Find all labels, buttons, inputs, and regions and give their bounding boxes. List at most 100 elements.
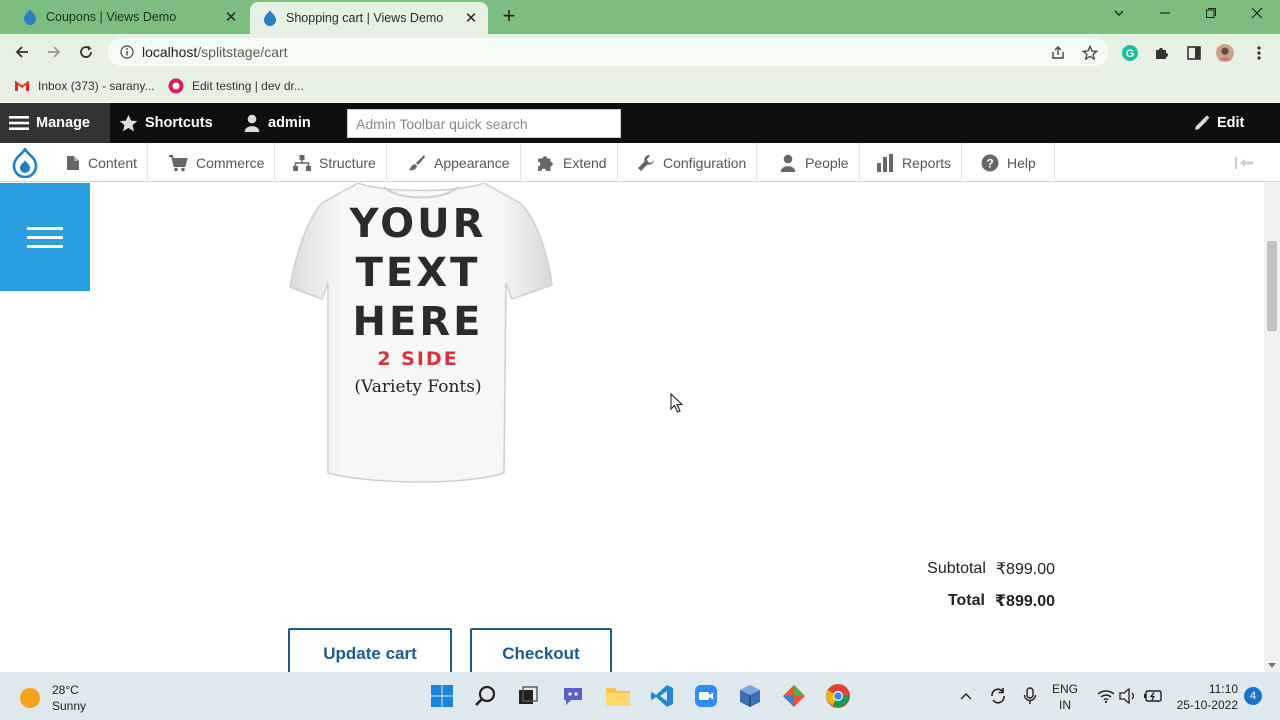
weather-condition: Sunny <box>52 699 87 713</box>
virtualbox-icon[interactable] <box>736 682 764 710</box>
wifi-icon[interactable] <box>1096 686 1116 706</box>
drupal-logo-icon[interactable] <box>0 143 50 182</box>
gmail-icon <box>14 78 30 94</box>
restore-icon[interactable] <box>1196 6 1226 22</box>
file-explorer-icon[interactable] <box>604 682 632 710</box>
extensions-puzzle-icon[interactable] <box>1153 44 1171 62</box>
windows-start-icon[interactable] <box>428 682 456 710</box>
bookmark-inbox[interactable]: Inbox (373) - sarany... <box>14 76 155 96</box>
microphone-icon[interactable] <box>1020 686 1040 706</box>
shortcuts-button[interactable]: Shortcuts <box>119 103 213 143</box>
bookmark-edit-testing[interactable]: Edit testing | dev dr... <box>168 76 304 96</box>
site-info-icon[interactable] <box>120 45 134 59</box>
app-icon <box>168 78 184 94</box>
notification-badge[interactable]: 4 <box>1244 687 1262 705</box>
tray-item-commerce[interactable]: Commerce <box>158 143 276 182</box>
tray-item-help[interactable]: ? Help <box>971 143 1055 182</box>
total-label: Total <box>947 592 985 609</box>
admin-quick-search-input[interactable]: Admin Toolbar quick search <box>347 109 621 138</box>
tab-shopping-cart[interactable]: Shopping cart | Views Demo ✕ <box>250 2 488 34</box>
speaker-icon[interactable] <box>1118 686 1138 706</box>
product-image-tshirt[interactable]: YOUR TEXT HERE 2 SIDE (Variety Fonts) <box>288 183 554 495</box>
profile-avatar[interactable] <box>1216 44 1234 62</box>
scrollbar-thumb[interactable] <box>1267 241 1277 331</box>
tray-item-extend[interactable]: Extend <box>527 143 618 182</box>
mobile-menu-button[interactable] <box>0 183 90 291</box>
checkout-button[interactable]: Checkout <box>470 628 612 672</box>
user-button[interactable]: admin <box>243 103 311 143</box>
subtotal-row: Subtotal ₹899.00 <box>927 553 1055 585</box>
admin-menu-tray: Content Commerce Structure Appearance Ex… <box>0 143 1280 182</box>
reload-icon[interactable] <box>74 40 98 64</box>
close-window-icon[interactable] <box>1242 6 1272 22</box>
input-language-indicator[interactable]: ENG IN <box>1052 681 1078 713</box>
tab-close-icon[interactable]: ✕ <box>460 9 482 27</box>
windows-taskbar: 28°C Sunny ENG IN 11:10 25-10-2022 4 <box>0 672 1280 720</box>
tray-item-structure[interactable]: Structure <box>283 143 387 182</box>
clock-date: 25-10-2022 <box>1176 698 1238 712</box>
subtotal-value: ₹899.00 <box>995 561 1055 578</box>
cart-page-content: YOUR TEXT HERE 2 SIDE (Variety Fonts) Su… <box>0 183 1264 672</box>
paintbrush-icon <box>408 154 426 172</box>
menu-icon <box>27 221 63 254</box>
total-value: ₹899.00 <box>994 593 1055 610</box>
tray-item-reports[interactable]: Reports <box>866 143 963 182</box>
browser-tab-strip: Coupons | Views Demo ✕ Shopping cart | V… <box>0 0 1280 34</box>
tray-item-configuration[interactable]: Configuration <box>627 143 758 182</box>
battery-icon[interactable] <box>1143 686 1163 706</box>
shopping-cart-icon <box>168 154 188 172</box>
new-tab-button[interactable]: + <box>498 5 520 28</box>
tray-orientation-toggle-icon[interactable] <box>1234 143 1254 182</box>
tray-label: Content <box>88 154 138 171</box>
user-label: admin <box>268 115 311 131</box>
tray-item-appearance[interactable]: Appearance <box>398 143 521 182</box>
tray-label: Help <box>1007 154 1036 171</box>
tab-title: Shopping cart | Views Demo <box>286 11 444 25</box>
scroll-down-arrow-icon[interactable] <box>1268 663 1276 668</box>
page-scrollbar[interactable] <box>1264 183 1280 672</box>
zoom-icon[interactable] <box>692 682 720 710</box>
hamburger-icon <box>9 115 29 131</box>
shortcuts-label: Shortcuts <box>145 115 213 131</box>
svg-text:G: G <box>1126 48 1135 60</box>
update-cart-button[interactable]: Update cart <box>288 628 452 672</box>
address-bar[interactable]: localhost/splitstage/cart <box>108 38 1108 66</box>
show-hidden-icons-chevron-icon[interactable] <box>956 686 976 706</box>
tab-coupons[interactable]: Coupons | Views Demo ✕ <box>10 0 248 34</box>
tray-label: Configuration <box>663 154 747 171</box>
chat-icon[interactable] <box>559 682 587 710</box>
git-client-icon[interactable] <box>780 682 808 710</box>
vscode-icon[interactable] <box>648 682 676 710</box>
total-row: Total ₹899.00 <box>927 585 1055 617</box>
system-clock[interactable]: 11:10 25-10-2022 <box>1174 681 1238 713</box>
bar-chart-icon <box>876 153 894 172</box>
sync-icon[interactable] <box>988 686 1008 706</box>
chrome-icon[interactable] <box>824 682 852 710</box>
bookmark-star-icon[interactable] <box>1081 44 1099 62</box>
tray-item-content[interactable]: Content <box>56 143 149 182</box>
tab-search-chevron-icon[interactable] <box>1104 6 1134 22</box>
share-icon[interactable] <box>1049 44 1067 62</box>
tray-item-people[interactable]: People <box>769 143 860 182</box>
tab-close-icon[interactable]: ✕ <box>220 8 242 26</box>
minimize-icon[interactable] <box>1150 6 1180 22</box>
manage-button[interactable]: Manage <box>0 103 110 143</box>
weather-widget[interactable]: 28°C Sunny <box>20 682 86 714</box>
svg-text:?: ? <box>986 156 993 170</box>
shirt-print-line-4: 2 SIDE <box>377 348 458 370</box>
search-icon[interactable] <box>472 682 500 710</box>
grammarly-extension-icon[interactable]: G <box>1121 44 1139 62</box>
side-panel-icon[interactable] <box>1185 44 1203 62</box>
user-icon <box>243 114 261 132</box>
bookmark-label: Edit testing | dev dr... <box>192 79 304 93</box>
sun-icon <box>20 688 40 708</box>
task-view-icon[interactable] <box>514 682 542 710</box>
forward-arrow-icon[interactable] <box>42 40 66 64</box>
back-arrow-icon[interactable] <box>10 40 34 64</box>
tray-label: Commerce <box>196 154 265 171</box>
manage-label: Manage <box>36 115 90 131</box>
temperature: 28°C <box>52 683 79 697</box>
admin-toolbar: Manage Shortcuts admin Admin Toolbar qui… <box>0 103 1280 143</box>
edit-button[interactable]: Edit <box>1193 103 1244 143</box>
browser-menu-icon[interactable] <box>1250 44 1268 62</box>
